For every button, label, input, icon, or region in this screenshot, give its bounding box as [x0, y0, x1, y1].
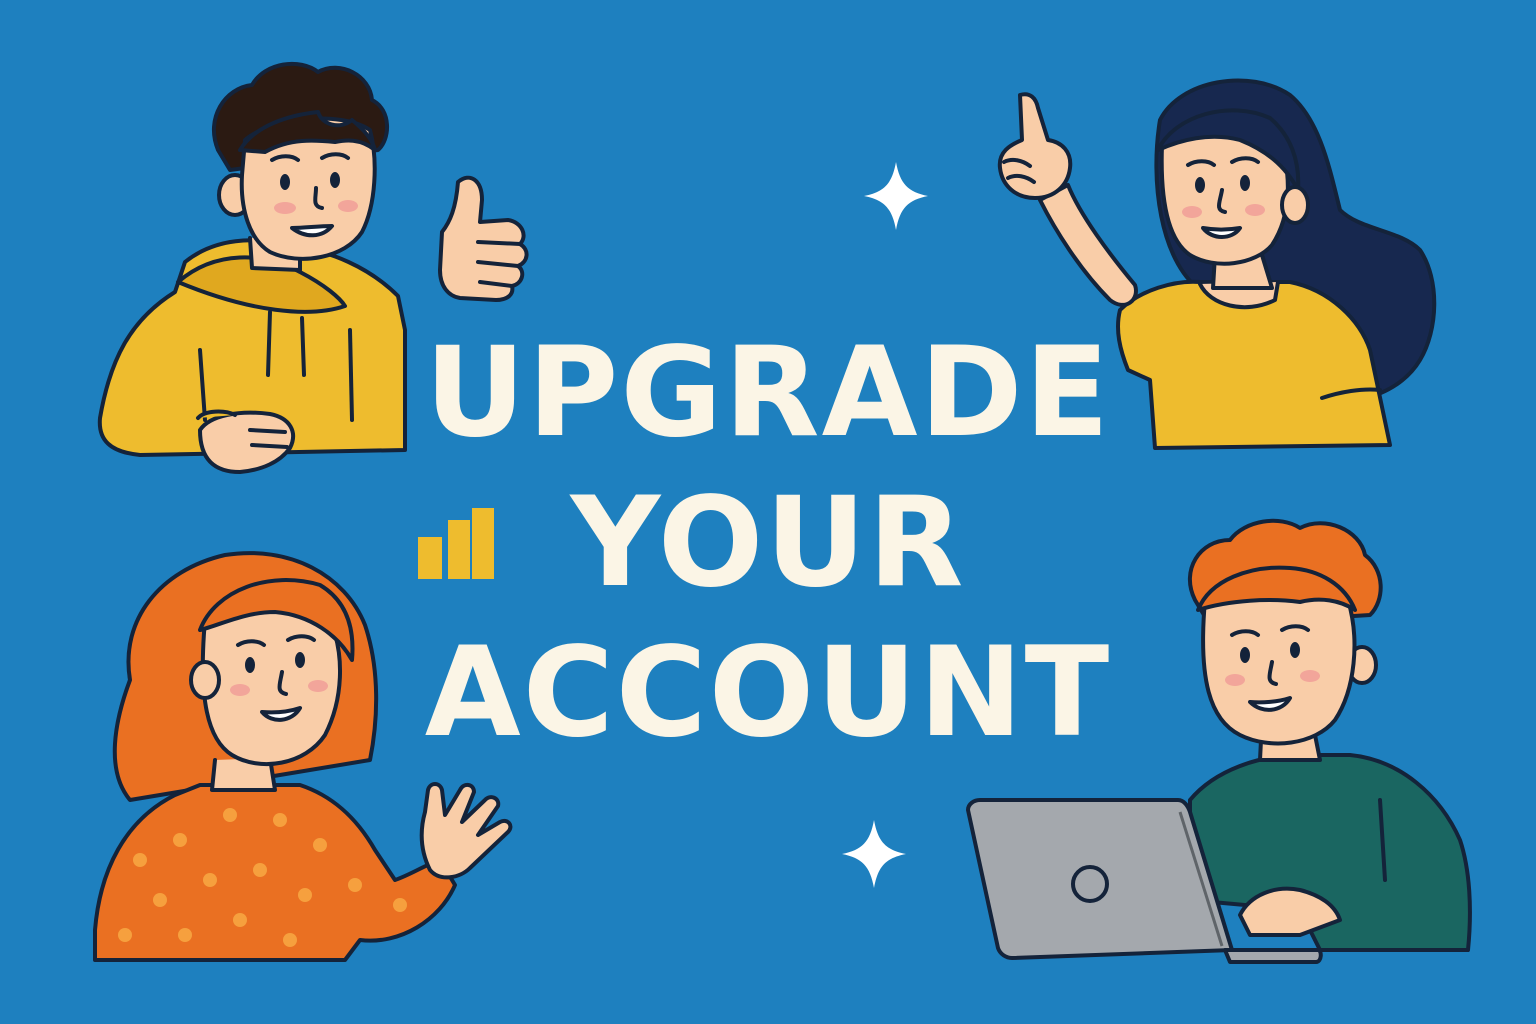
- sparkle-icon: [842, 820, 906, 888]
- person-with-laptop: [1188, 518, 1472, 952]
- thumbs-up-hand: [438, 175, 529, 302]
- headline-line-2: YOUR: [570, 471, 966, 615]
- headline: UPGRADE YOUR ACCOUNT: [330, 318, 1206, 768]
- sparkle-icon: [864, 162, 928, 230]
- headline-line-1: UPGRADE: [424, 321, 1112, 465]
- upgrade-banner: UPGRADE YOUR ACCOUNT: [0, 0, 1536, 1024]
- headline-line-3: ACCOUNT: [424, 621, 1112, 765]
